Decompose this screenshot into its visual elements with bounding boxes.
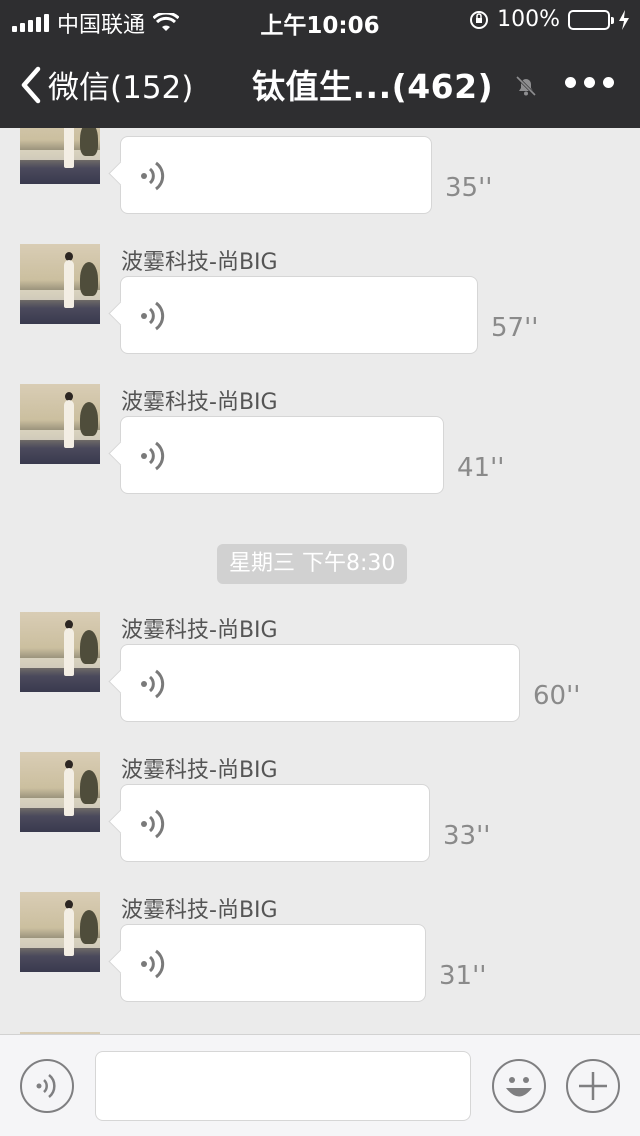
voice-duration: 31'' [439, 961, 487, 991]
avatar[interactable] [20, 244, 100, 324]
voice-message-bubble[interactable] [120, 644, 520, 722]
chat-list[interactable]: 35'' 波霎科技-尚BIG 57'' 波霎科技-尚BIG 41'' 星期三 下… [0, 128, 640, 1034]
charging-icon [619, 9, 629, 30]
voice-wave-icon [141, 161, 165, 191]
voice-duration: 57'' [491, 313, 539, 343]
plus-icon [579, 1072, 607, 1100]
status-right: 100% [469, 7, 630, 32]
chat-title: 钛值生...(462) [252, 67, 494, 106]
mute-bell-icon [515, 75, 537, 97]
voice-wave-icon [141, 949, 165, 979]
battery-icon [568, 9, 614, 30]
battery-percent: 100% [497, 7, 560, 32]
more-button[interactable] [565, 77, 614, 88]
more-dot-icon [603, 77, 614, 88]
voice-message-bubble[interactable] [120, 416, 444, 494]
sender-name: 波霎科技-尚BIG [121, 618, 278, 643]
more-dot-icon [565, 77, 576, 88]
voice-message-bubble[interactable] [120, 784, 430, 862]
voice-message-bubble[interactable] [120, 136, 432, 214]
voice-message-bubble[interactable] [120, 924, 426, 1002]
avatar[interactable] [20, 612, 100, 692]
avatar[interactable] [20, 752, 100, 832]
status-bar: 中国联通 上午10:06 100% [0, 0, 640, 40]
more-dot-icon [584, 77, 595, 88]
message-input[interactable] [95, 1051, 471, 1121]
voice-duration: 41'' [457, 453, 505, 483]
input-bar [0, 1034, 640, 1136]
time-divider: 星期三 下午8:30 [217, 544, 408, 584]
back-button[interactable]: 微信(152) [18, 62, 193, 107]
orientation-lock-icon [470, 10, 489, 29]
voice-duration: 60'' [533, 681, 581, 711]
avatar[interactable] [20, 892, 100, 972]
voice-toggle-icon [36, 1074, 56, 1098]
voice-message-bubble[interactable] [120, 276, 478, 354]
voice-toggle-button[interactable] [20, 1059, 74, 1113]
back-label: 微信(152) [48, 70, 194, 106]
sender-name: 波霎科技-尚BIG [121, 758, 278, 783]
emoji-icon [506, 1077, 532, 1097]
avatar[interactable] [20, 384, 100, 464]
emoji-button[interactable] [492, 1059, 546, 1113]
sender-name: 波霎科技-尚BIG [121, 898, 278, 923]
sender-name: 波霎科技-尚BIG [121, 390, 278, 415]
nav-bar: 微信(152) 钛值生...(462) [0, 40, 640, 128]
voice-wave-icon [141, 669, 165, 699]
chevron-left-icon [21, 66, 41, 103]
add-button[interactable] [566, 1059, 620, 1113]
voice-wave-icon [141, 441, 165, 471]
voice-duration: 35'' [445, 173, 493, 203]
avatar[interactable] [20, 128, 100, 184]
sender-name: 波霎科技-尚BIG [121, 250, 278, 275]
voice-wave-icon [141, 301, 165, 331]
voice-wave-icon [141, 809, 165, 839]
voice-duration: 33'' [443, 821, 491, 851]
